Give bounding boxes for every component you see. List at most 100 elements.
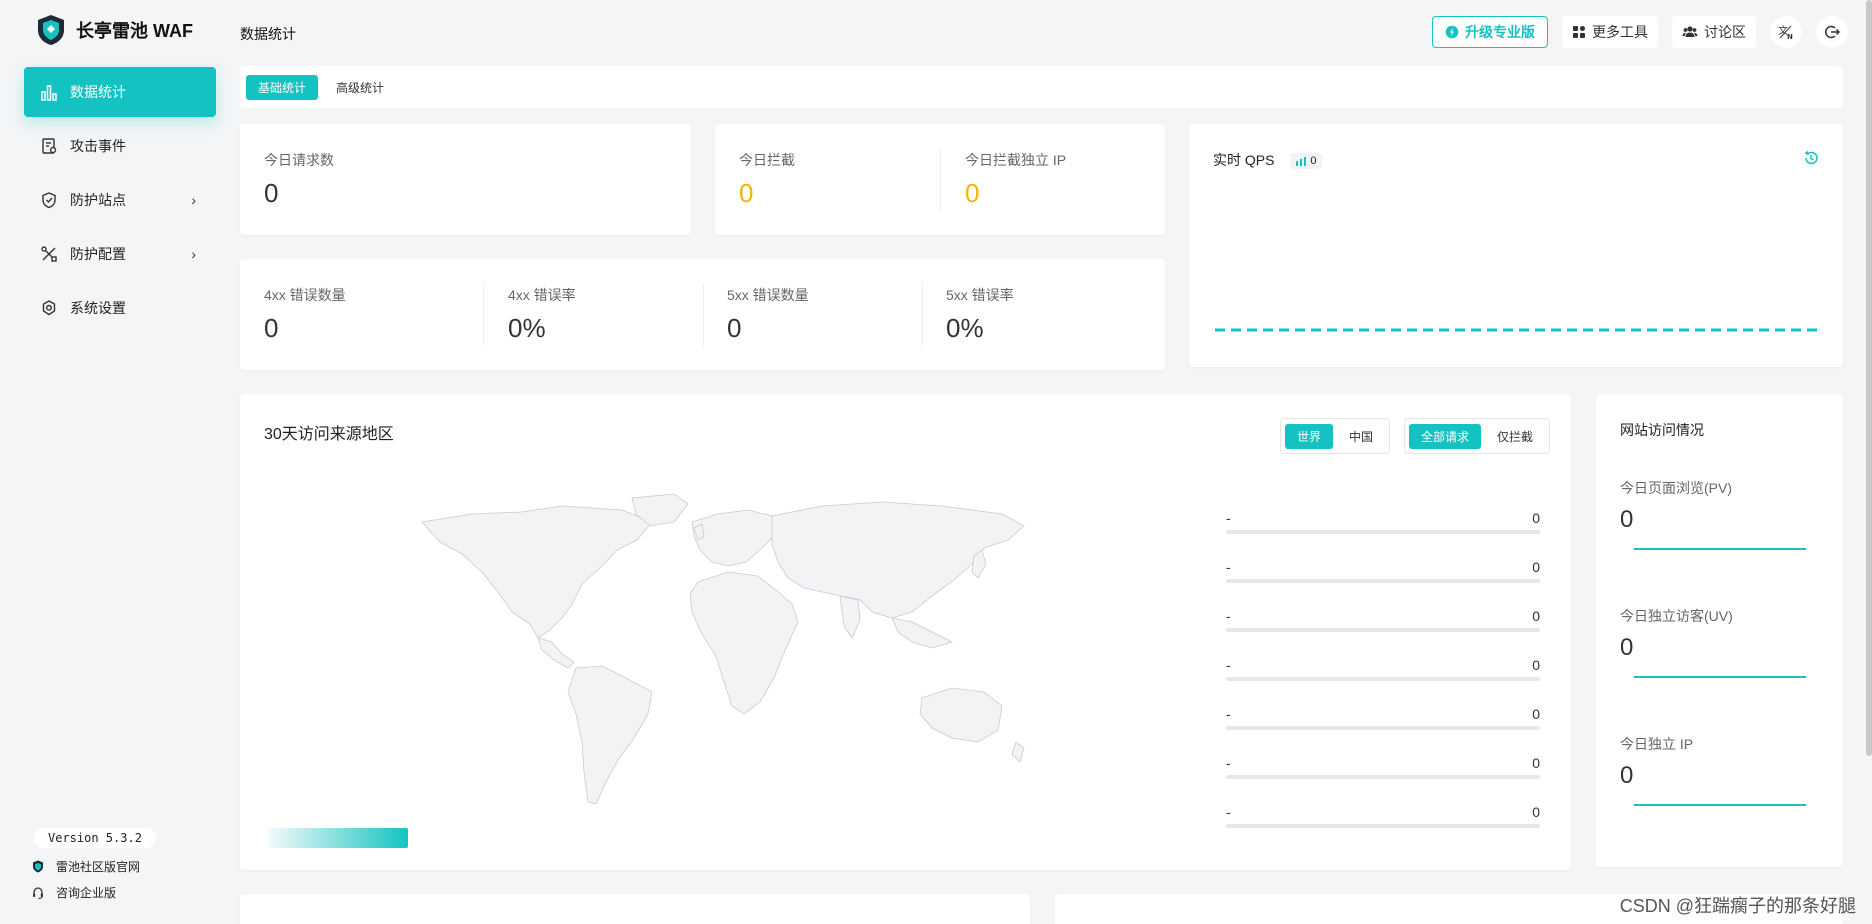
headset-icon bbox=[33, 886, 43, 899]
err5xx-count-value: 0 bbox=[727, 313, 742, 343]
sidebar-item-label: 数据统计 bbox=[70, 84, 126, 100]
region-bar bbox=[1226, 775, 1540, 779]
region-count: 0 bbox=[1532, 804, 1540, 820]
new-zealand-shape bbox=[1011, 741, 1025, 763]
pv-value: 0 bbox=[1620, 506, 1634, 533]
chevron-right-icon: › bbox=[191, 246, 196, 262]
divider bbox=[922, 283, 923, 346]
map-scope-toggle: 世界 中国 bbox=[1280, 418, 1391, 454]
pv-block: 今日页面浏览(PV) 0 bbox=[1620, 478, 1830, 550]
filter-option-all[interactable]: 全部请求 bbox=[1409, 423, 1482, 449]
qps-line-chart bbox=[1215, 328, 1819, 332]
bottom-card-left bbox=[240, 894, 1030, 924]
today-requests-label: 今日请求数 bbox=[264, 152, 334, 168]
ip-block: 今日独立 IP 0 bbox=[1620, 734, 1830, 806]
stats-tab-bar: 基础统计 高级统计 bbox=[240, 66, 1843, 108]
map-filter-toggle: 全部请求 仅拦截 bbox=[1404, 418, 1551, 454]
app-name: 长亭雷池 WAF bbox=[76, 21, 193, 41]
history-icon[interactable] bbox=[1803, 150, 1819, 166]
sidebar-item-attacks[interactable]: 攻击事件 bbox=[24, 121, 216, 171]
language-toggle-button[interactable]: 文N bbox=[1770, 16, 1802, 48]
divider bbox=[940, 148, 941, 211]
forum-button[interactable]: 讨论区 bbox=[1672, 16, 1756, 48]
region-count: 0 bbox=[1532, 510, 1540, 526]
chevron-right-icon: › bbox=[191, 192, 196, 208]
community-site-link[interactable]: 雷池社区版官网 bbox=[32, 858, 140, 875]
region-bar bbox=[1226, 677, 1540, 681]
region-count: 0 bbox=[1532, 706, 1540, 722]
world-map bbox=[421, 493, 1025, 805]
region-name: - bbox=[1226, 804, 1231, 820]
region-bar bbox=[1226, 726, 1540, 730]
users-icon bbox=[1682, 26, 1698, 37]
enterprise-consult-link[interactable]: 咨询企业版 bbox=[32, 884, 116, 901]
region-name: - bbox=[1226, 559, 1231, 575]
map-legend-gradient bbox=[268, 828, 408, 848]
err5xx-rate-value: 0% bbox=[946, 313, 984, 343]
scope-option-china[interactable]: 中国 bbox=[1337, 424, 1385, 449]
central-america-shape bbox=[537, 637, 575, 669]
shield-icon bbox=[33, 860, 43, 873]
page-scrollbar[interactable] bbox=[1866, 0, 1872, 756]
qps-value: 0 bbox=[1310, 155, 1317, 168]
pv-sparkline bbox=[1634, 548, 1806, 550]
region-bar bbox=[1226, 579, 1540, 583]
enterprise-consult-label: 咨询企业版 bbox=[56, 886, 117, 900]
sidebar-item-stats[interactable]: 数据统计 bbox=[24, 67, 216, 117]
sidebar-item-label: 防护站点 bbox=[70, 192, 126, 208]
upgrade-pro-label: 升级专业版 bbox=[1465, 24, 1535, 40]
today-blocked-ip-label: 今日拦截独立 IP bbox=[965, 152, 1067, 168]
divider bbox=[703, 283, 704, 346]
region-name: - bbox=[1226, 608, 1231, 624]
divider bbox=[483, 283, 484, 346]
err4xx-count-label: 4xx 错误数量 bbox=[264, 287, 346, 303]
australia-shape bbox=[919, 687, 1003, 743]
lightning-icon bbox=[1445, 25, 1459, 39]
region-bar bbox=[1226, 530, 1540, 534]
region-count: 0 bbox=[1532, 657, 1540, 673]
realtime-qps-card: 实时 QPS 0 bbox=[1189, 124, 1843, 367]
svg-text:N: N bbox=[1787, 33, 1793, 40]
region-name: - bbox=[1226, 706, 1231, 722]
upgrade-pro-button[interactable]: 升级专业版 bbox=[1432, 16, 1548, 48]
sidebar-item-settings[interactable]: 系统设置 bbox=[24, 283, 216, 333]
today-blocked-label: 今日拦截 bbox=[739, 152, 795, 168]
sidebar-item-protection-config[interactable]: 防护配置 › bbox=[24, 229, 216, 279]
qps-chip: 0 bbox=[1290, 153, 1323, 170]
logout-icon bbox=[1824, 25, 1840, 39]
india-shape bbox=[839, 595, 861, 639]
region-bar bbox=[1226, 628, 1540, 632]
tab-advanced-stats[interactable]: 高级统计 bbox=[324, 75, 396, 100]
africa-shape bbox=[689, 571, 799, 715]
asia-shape bbox=[771, 501, 1025, 619]
today-blocked-ip-value: 0 bbox=[965, 178, 980, 208]
europe-shape bbox=[691, 509, 777, 567]
uv-sparkline bbox=[1634, 676, 1806, 678]
signal-bars-icon bbox=[1296, 156, 1307, 166]
logout-button[interactable] bbox=[1816, 16, 1848, 48]
region-name: - bbox=[1226, 510, 1231, 526]
err4xx-rate-value: 0% bbox=[508, 313, 546, 343]
south-america-shape bbox=[567, 665, 653, 805]
safeline-logo-icon bbox=[38, 15, 64, 45]
ip-sparkline bbox=[1634, 804, 1806, 806]
today-blocked-value: 0 bbox=[739, 178, 754, 208]
bar-chart-icon bbox=[40, 83, 58, 101]
app-logo[interactable]: 长亭雷池 WAF bbox=[36, 14, 193, 46]
region-name: - bbox=[1226, 657, 1231, 673]
sidebar-nav: 数据统计 攻击事件 防护站点 › 防护配置 › 系统设置 bbox=[24, 67, 216, 337]
scope-option-world[interactable]: 世界 bbox=[1285, 423, 1334, 449]
region-count: 0 bbox=[1532, 755, 1540, 771]
uv-value: 0 bbox=[1620, 634, 1634, 661]
southeast-asia-shape bbox=[891, 617, 954, 649]
tab-basic-stats[interactable]: 基础统计 bbox=[246, 74, 319, 100]
uv-label: 今日独立访客(UV) bbox=[1620, 608, 1733, 624]
version-badge: Version 5.3.2 bbox=[34, 828, 156, 848]
filter-option-blocked[interactable]: 仅拦截 bbox=[1485, 424, 1545, 449]
sidebar-item-sites[interactable]: 防护站点 › bbox=[24, 175, 216, 225]
sidebar: 长亭雷池 WAF 数据统计 攻击事件 防护站点 › 防护配置 › 系统设置 Ve… bbox=[0, 0, 240, 924]
today-requests-value: 0 bbox=[264, 178, 279, 208]
tools-icon bbox=[40, 245, 58, 263]
more-tools-button[interactable]: 更多工具 bbox=[1562, 16, 1658, 48]
uv-block: 今日独立访客(UV) 0 bbox=[1620, 606, 1830, 678]
